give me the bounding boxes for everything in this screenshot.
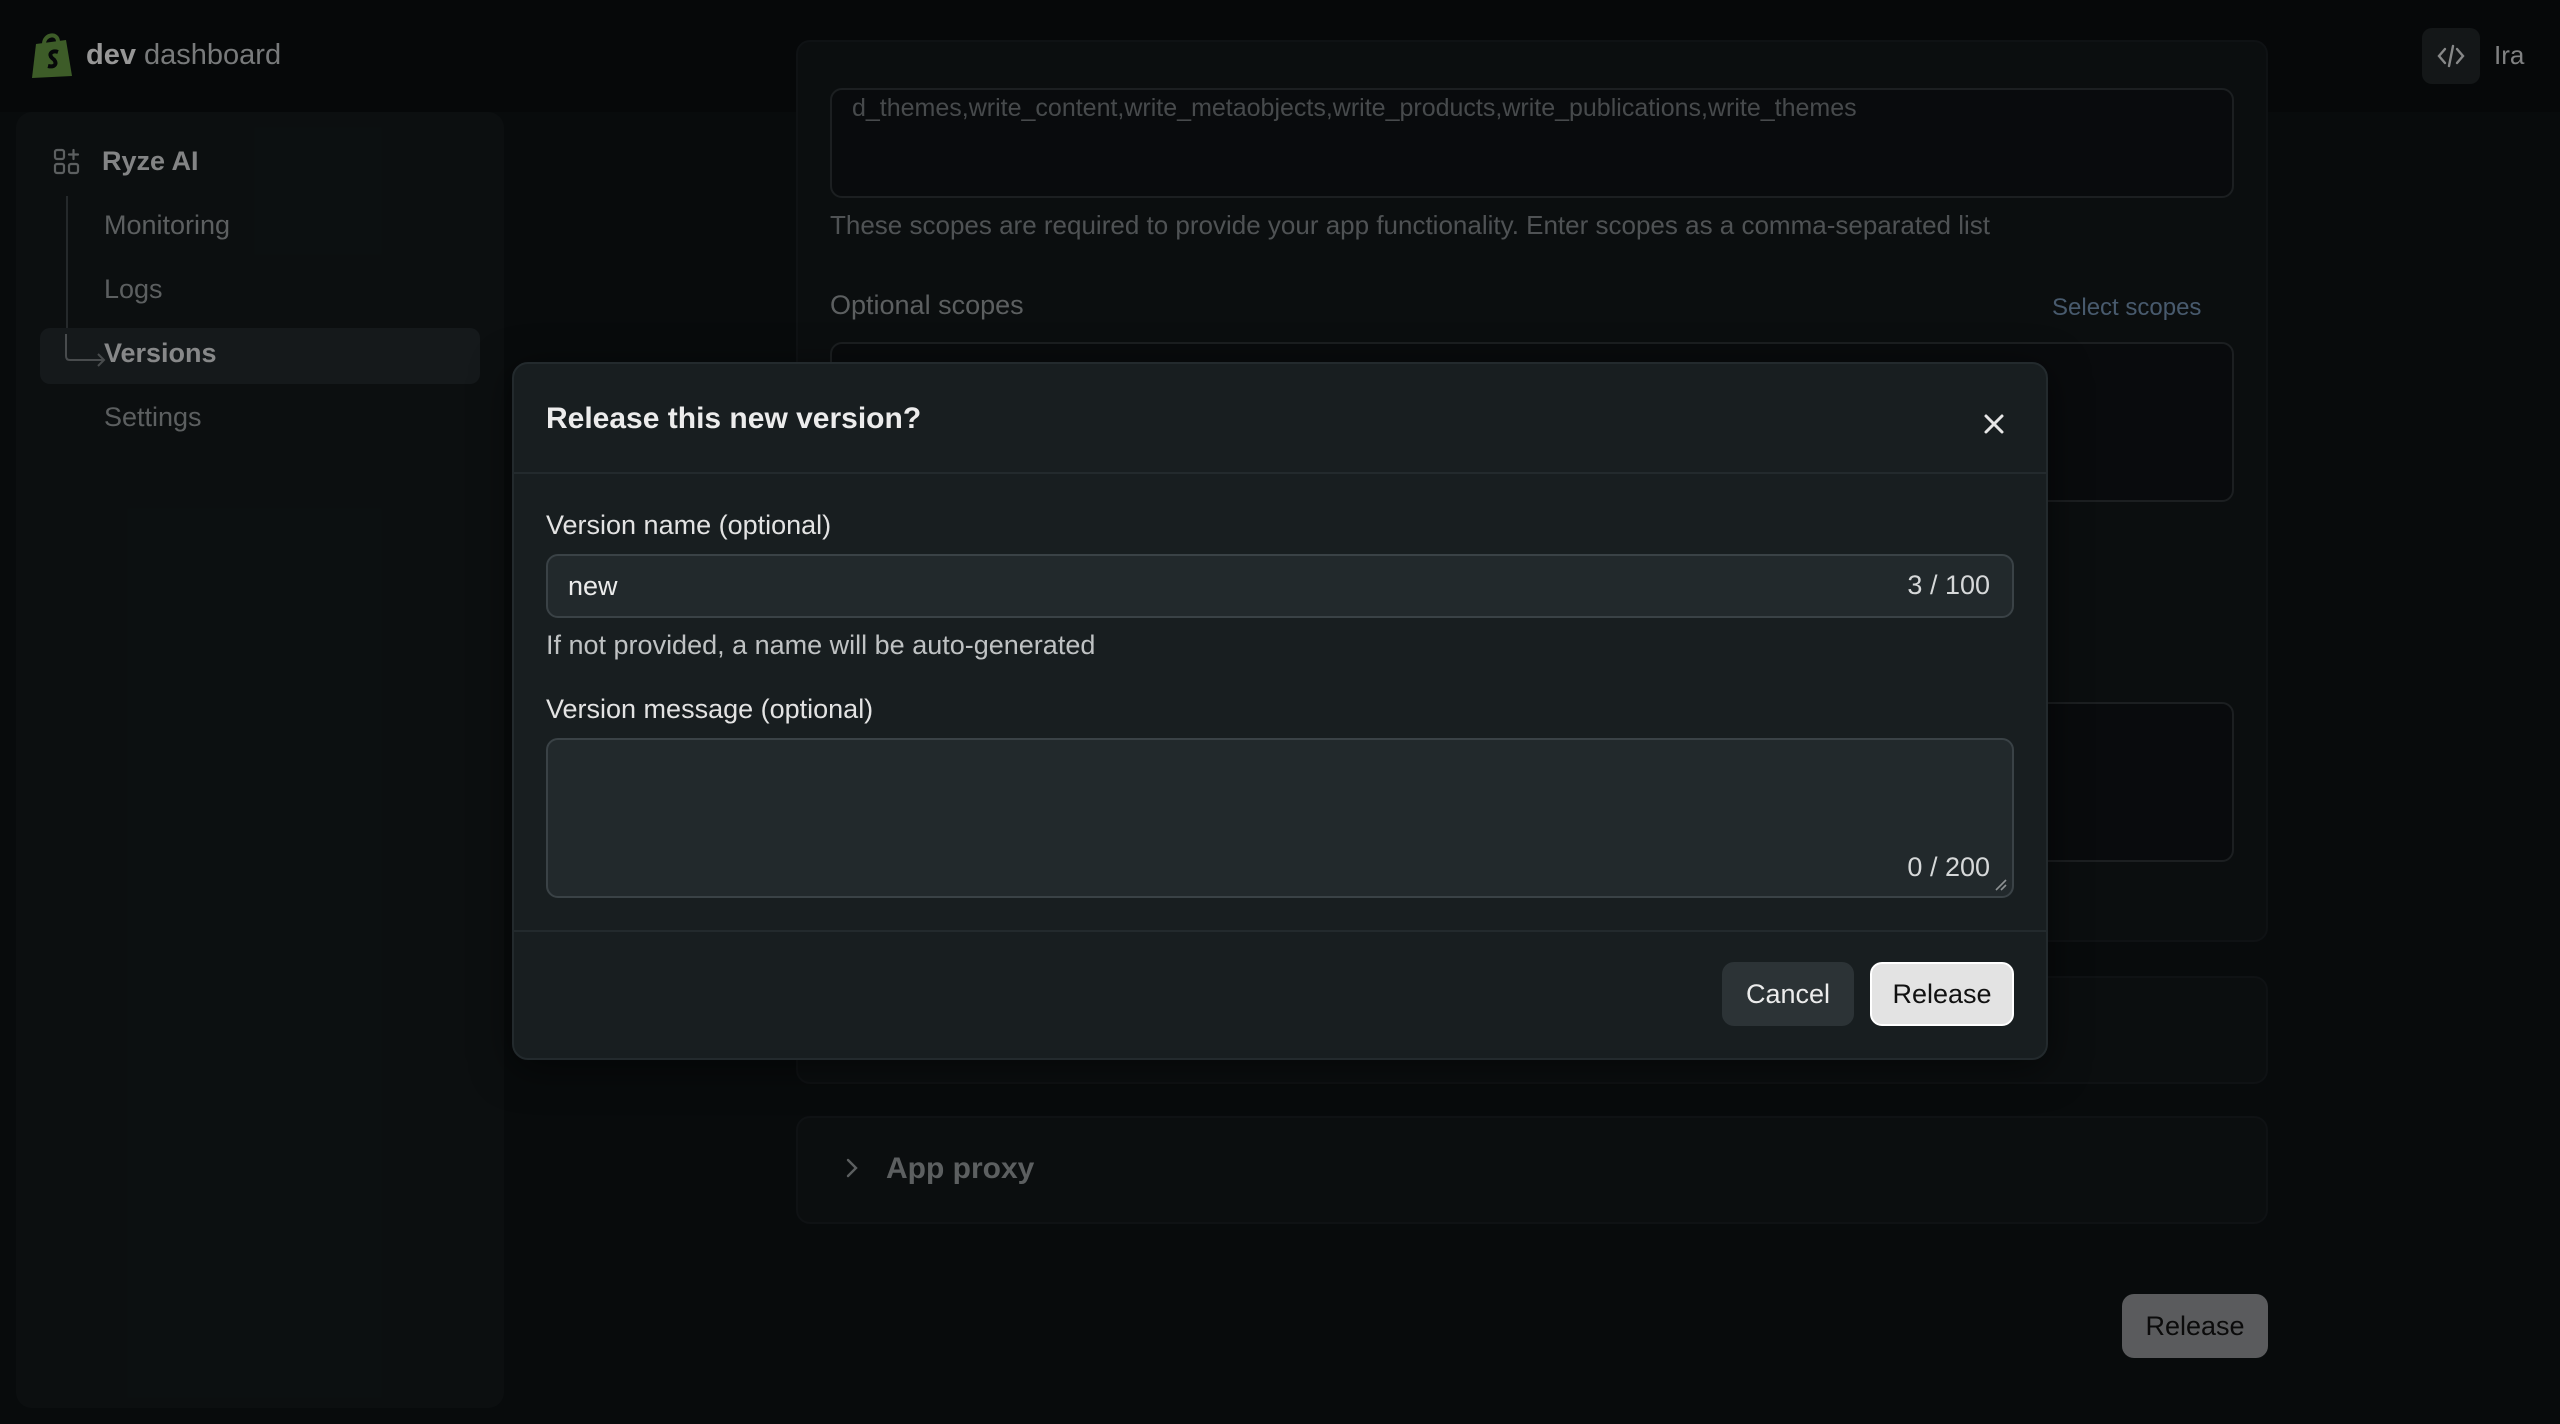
release-version-modal: Release this new version? Version name (… bbox=[512, 362, 2048, 1060]
modal-title: Release this new version? bbox=[546, 402, 922, 435]
version-name-counter: 3 / 100 bbox=[1907, 570, 1990, 600]
version-message-field[interactable]: 0 / 200 bbox=[546, 738, 2014, 898]
version-message-input[interactable] bbox=[564, 752, 1864, 882]
version-name-input[interactable] bbox=[568, 556, 1768, 616]
modal-close-button[interactable] bbox=[1970, 400, 2018, 448]
version-name-field[interactable]: 3 / 100 bbox=[546, 554, 2014, 618]
modal-footer-divider bbox=[514, 930, 2046, 932]
version-message-counter: 0 / 200 bbox=[1907, 852, 1990, 882]
version-name-label: Version name (optional) bbox=[546, 510, 832, 540]
version-message-label: Version message (optional) bbox=[546, 694, 874, 724]
resize-grip-icon[interactable] bbox=[1992, 876, 2008, 892]
cancel-button[interactable]: Cancel bbox=[1722, 962, 1854, 1026]
modal-header: Release this new version? bbox=[514, 364, 2046, 474]
version-name-help: If not provided, a name will be auto-gen… bbox=[546, 630, 1096, 660]
release-button[interactable]: Release bbox=[1870, 962, 2014, 1026]
close-icon bbox=[1984, 414, 2004, 434]
